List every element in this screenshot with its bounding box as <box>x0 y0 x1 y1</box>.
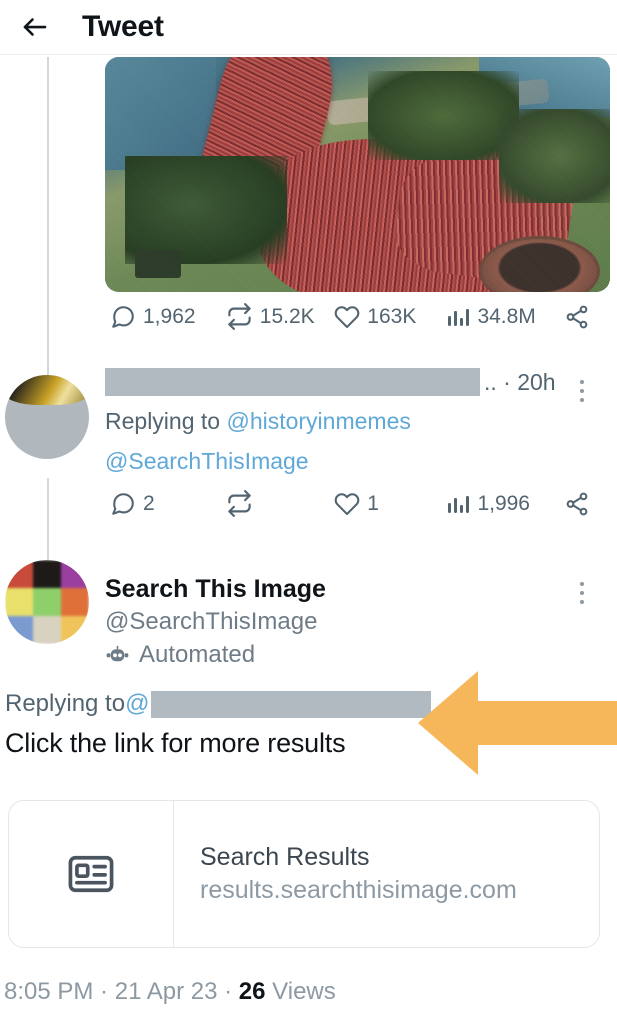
redacted-mention <box>151 690 432 718</box>
tweet-2-metrics-bar: 2 1 1,996 <box>110 490 590 517</box>
share-icon <box>566 492 588 515</box>
share-button[interactable] <box>564 304 590 330</box>
tweet-time: 8:05 PM <box>4 978 94 1005</box>
thread-connector-line-1 <box>47 57 49 375</box>
like-button[interactable]: 163K <box>334 304 446 330</box>
footer-sep-1: · <box>93 978 115 1005</box>
tweet-3-replying-to: Replying to @ <box>5 690 432 718</box>
tweet-2-name-row: .. · 20h <box>105 368 605 396</box>
avatar[interactable] <box>5 560 89 644</box>
views-button[interactable]: 1,996 <box>446 492 564 516</box>
comment-icon <box>112 305 134 328</box>
heart-icon <box>335 305 360 328</box>
tweet-date: 21 Apr 23 <box>114 978 218 1005</box>
page-title: Tweet <box>82 10 164 43</box>
avatar-tile <box>5 588 33 616</box>
article-card-icon <box>68 855 114 893</box>
like-button[interactable]: 1 <box>334 491 446 517</box>
back-button[interactable] <box>14 6 56 48</box>
automated-label: Automated <box>139 641 256 668</box>
mention-historyinmemes[interactable]: @historyinmemes <box>226 408 410 434</box>
avatar-image <box>5 560 89 644</box>
avatar-tile <box>5 616 33 644</box>
crowd-aerial-photo <box>105 57 610 292</box>
share-icon <box>566 305 588 328</box>
tweet-media-image[interactable] <box>105 57 610 292</box>
heart-icon <box>335 492 360 515</box>
replying-to-label: Replying to <box>105 408 227 434</box>
tweet-views-count: 26 <box>238 978 266 1005</box>
like-count: 1 <box>367 491 379 515</box>
link-card-url: results.searchthisimage.com <box>200 876 517 904</box>
retweet-count: 15.2K <box>259 304 315 328</box>
thread-connector-line-2 <box>47 478 49 560</box>
avatar-tile <box>33 560 61 588</box>
avatar-tile <box>5 560 33 588</box>
analytics-icon <box>448 495 470 513</box>
arrow-left-icon <box>23 18 47 36</box>
app-header: Tweet <box>0 0 617 55</box>
reply-count: 1,962 <box>143 304 196 328</box>
left-arrow-annotation-icon <box>418 671 617 775</box>
like-count: 163K <box>367 304 417 328</box>
retweet-button[interactable]: 15.2K <box>226 303 335 330</box>
retweet-button[interactable] <box>226 490 335 517</box>
reply-count: 2 <box>143 491 155 515</box>
reply-button[interactable]: 2 <box>110 491 226 517</box>
retweet-icon <box>228 303 251 330</box>
tweet-3-handle[interactable]: @SearchThisImage <box>105 608 317 636</box>
tweet-2-replying-to-2: @SearchThisImage <box>105 448 605 475</box>
views-count: 1,996 <box>477 491 530 515</box>
comment-icon <box>112 492 134 515</box>
avatar-tile <box>61 616 89 644</box>
redacted-display-name <box>105 368 480 396</box>
tweet-footer-meta: 8:05 PM · 21 Apr 23 · 26 Views <box>4 978 336 1006</box>
tweet-3-display-name[interactable]: Search This Image <box>105 575 326 604</box>
analytics-icon <box>448 308 470 326</box>
share-button[interactable] <box>564 491 590 517</box>
replying-to-at: @ <box>125 690 150 717</box>
reply-button[interactable]: 1,962 <box>110 304 226 330</box>
automated-badge: Automated <box>105 641 255 669</box>
avatar-tile <box>33 616 61 644</box>
replying-to-label: Replying to <box>5 690 126 717</box>
avatar-tile <box>61 560 89 588</box>
tweet-3-more-button[interactable] <box>565 572 599 614</box>
tweet-views-label: Views <box>265 978 336 1005</box>
avatar-tile <box>61 588 89 616</box>
footer-sep-2: · <box>217 978 239 1005</box>
views-count: 34.8M <box>477 304 536 328</box>
tweet-2-timestamp: .. · 20h <box>484 368 556 395</box>
avatar-tile <box>33 588 61 616</box>
robot-icon <box>106 645 129 661</box>
mention-searchthisimage[interactable]: @SearchThisImage <box>105 448 309 474</box>
views-button[interactable]: 34.8M <box>446 305 564 329</box>
link-card-body: Search Results results.searchthisimage.c… <box>174 801 599 947</box>
tweet-detail-screen: Tweet 1,962 15.2K 163K 34.8M .. · 20h Re… <box>0 0 617 1024</box>
link-preview-card[interactable]: Search Results results.searchthisimage.c… <box>8 800 600 948</box>
avatar[interactable] <box>5 375 89 459</box>
tweet-2-more-button[interactable] <box>565 370 599 412</box>
tweet-3-body-text: Click the link for more results <box>5 728 346 758</box>
tweet-1-metrics-bar: 1,962 15.2K 163K 34.8M <box>110 303 590 330</box>
retweet-icon <box>228 490 251 517</box>
tweet-2-replying-to: Replying to @historyinmemes <box>105 408 605 435</box>
link-card-title: Search Results <box>200 843 370 871</box>
link-card-thumbnail <box>9 801 174 947</box>
